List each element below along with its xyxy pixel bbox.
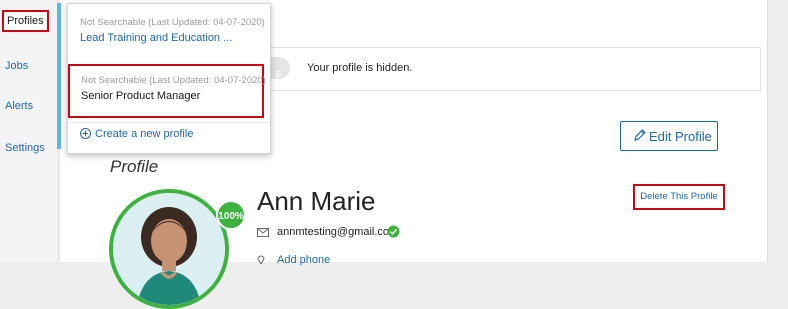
profile-name: Ann Marie: [257, 186, 376, 216]
plus-circle-icon: [80, 128, 91, 139]
avatar-photo: [113, 193, 225, 305]
visibility-toggle[interactable]: F: [268, 57, 290, 81]
delete-profile-link[interactable]: Delete This Profile: [633, 184, 725, 210]
profile-status: Not Searchable (Last Updated: 04-07-2020…: [80, 17, 265, 28]
sidebar-item-jobs[interactable]: Jobs: [5, 60, 28, 72]
profile-visibility-bar: F Your profile is hidden.: [267, 47, 761, 91]
profiles-dropdown: Not Searchable (Last Updated: 04-07-2020…: [67, 3, 271, 154]
check-circle-icon: [387, 225, 400, 238]
pencil-icon: [634, 129, 646, 141]
location-pin-icon: [257, 255, 265, 264]
avatar[interactable]: [109, 189, 229, 309]
profile-email: annmtesting@gmail.com: [277, 226, 399, 238]
right-gutter: [767, 0, 788, 262]
dropdown-accent-bar: [57, 3, 61, 149]
create-profile-label: Create a new profile: [95, 128, 194, 140]
add-phone-link[interactable]: Add phone: [277, 254, 330, 266]
dropdown-profile-item[interactable]: Not Searchable (Last Updated: 04-07-2020…: [80, 17, 265, 44]
sidebar-item-settings[interactable]: Settings: [5, 142, 45, 154]
completion-badge: 100%: [216, 200, 246, 230]
sidebar-item-profiles[interactable]: Profiles: [2, 10, 49, 32]
profile-heading: Profile: [110, 157, 159, 176]
profile-status: Not Searchable (Last Updated: 04-07-2020…: [81, 75, 266, 86]
dropdown-divider: [68, 122, 270, 123]
sidebar-item-alerts[interactable]: Alerts: [5, 100, 33, 112]
sidebar: Profiles Jobs Alerts Settings: [0, 0, 59, 262]
edit-profile-button[interactable]: Edit Profile: [620, 121, 718, 151]
visibility-message: Your profile is hidden.: [307, 62, 413, 74]
profile-title: Senior Product Manager: [81, 90, 201, 102]
dropdown-profile-item-selected[interactable]: Not Searchable (Last Updated: 04-07-2020…: [68, 64, 266, 118]
toggle-label: F: [276, 70, 283, 81]
envelope-icon: [257, 228, 269, 237]
profile-title-link[interactable]: Lead Training and Education ...: [80, 32, 265, 44]
edit-profile-label: Edit Profile: [649, 129, 712, 144]
